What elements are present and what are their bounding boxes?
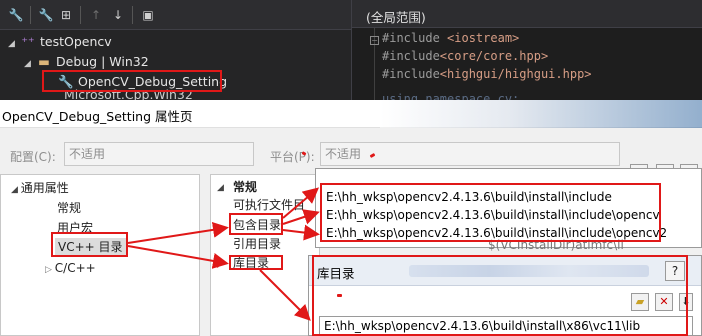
annotation-box-library-window: [312, 255, 688, 336]
annotation-box-vc-dirs: [51, 232, 128, 257]
prop-reference-dirs[interactable]: 引用目录: [233, 235, 281, 253]
code-line-3: #include<highgui/highgui.hpp>: [382, 67, 592, 81]
solution-explorer-toolbar: 🔧 🔧 ⊞ ↑ ↓ ▣: [0, 0, 351, 30]
folder-icon: ▬: [38, 54, 50, 69]
add-property-sheet-icon[interactable]: ⊞: [58, 7, 74, 23]
expanded-arrow-icon: ◢: [11, 185, 21, 195]
group-header-general: 常规: [233, 180, 258, 194]
code-line-2: #include<core/core.hpp>: [382, 49, 549, 63]
prop-executable-dirs[interactable]: 可执行文件目: [233, 196, 305, 214]
tree-item-general[interactable]: 常规: [57, 199, 81, 217]
collapse-icon[interactable]: −: [370, 36, 379, 45]
config-label: 配置(C):: [10, 150, 56, 164]
toolbar-separator: [30, 6, 31, 24]
expanded-arrow-icon: ◢: [8, 39, 15, 49]
code-editor: (全局范围) − #include <iostream> #include<co…: [351, 0, 702, 100]
tree-project-row[interactable]: ◢ ⁺⁺ testOpencv: [8, 32, 112, 52]
platform-label: 平台(P):: [270, 150, 315, 164]
tree-config-row[interactable]: ◢ ▬ Debug | Win32: [24, 52, 149, 72]
move-up-icon[interactable]: ↑: [88, 7, 104, 23]
dialog-title: OpenCV_Debug_Setting 属性页: [2, 109, 193, 124]
save-icon[interactable]: ▣: [140, 7, 156, 23]
tree-root-common-props[interactable]: ◢ 通用属性: [11, 179, 69, 197]
prop-clipped-row: ▬▬▬▬: [233, 274, 278, 280]
properties-icon[interactable]: 🔧: [38, 7, 54, 23]
project-name: testOpencv: [40, 34, 112, 49]
dialog-title-bar: OpenCV_Debug_Setting 属性页: [0, 100, 702, 128]
collapsed-arrow-icon: ▷: [45, 265, 55, 275]
scope-label: (全局范围): [366, 10, 426, 25]
title-bar-gradient: [380, 100, 702, 128]
wrench-icon[interactable]: 🔧: [8, 7, 24, 23]
scope-dropdown[interactable]: (全局范围): [352, 0, 702, 28]
annotation-box-include-paths: [320, 183, 661, 242]
code-line-1: #include <iostream>: [382, 31, 520, 45]
code-line-4: using namespace cv;: [382, 92, 520, 100]
annotation-box-include-dirs: [229, 213, 283, 235]
move-down-icon[interactable]: ↓: [110, 7, 126, 23]
tree-item-cpp[interactable]: ▷ C/C++: [45, 259, 96, 277]
config-node-label: Debug | Win32: [56, 54, 149, 69]
toolbar-separator: [132, 6, 133, 24]
expanded-arrow-icon: ◢: [217, 183, 224, 193]
annotation-box-property-sheet: [42, 70, 222, 92]
toolbar-separator: [80, 6, 81, 24]
config-combo[interactable]: 不适用: [64, 142, 254, 166]
annotation-box-library-dirs: [229, 255, 283, 270]
annotation-tick: [337, 294, 342, 297]
expanded-arrow-icon: ◢: [24, 59, 31, 69]
platform-combo[interactable]: 不适用: [320, 142, 620, 166]
cpp-project-icon: ⁺⁺: [21, 34, 35, 49]
